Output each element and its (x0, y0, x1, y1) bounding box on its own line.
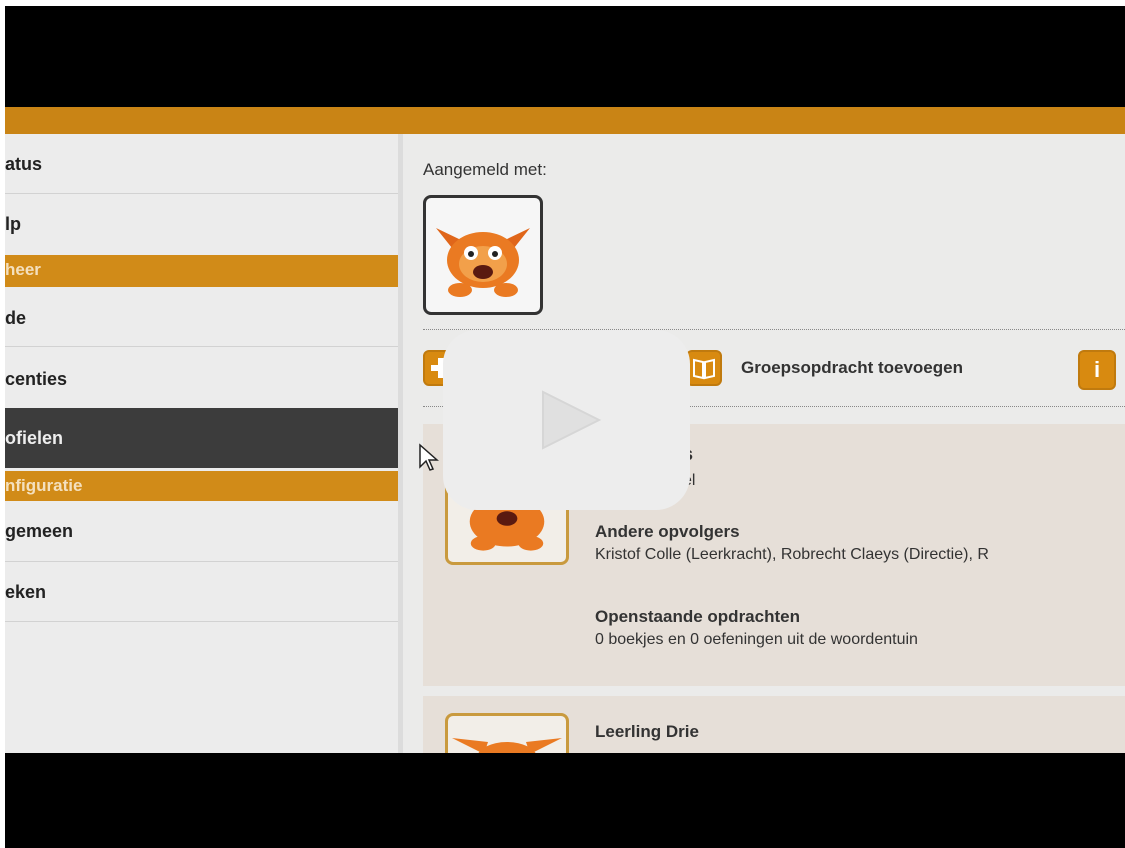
video-letterbox-bottom (5, 753, 1125, 848)
sidebar-item-licenties[interactable]: centies (5, 369, 398, 399)
sidebar: atus lp heer de centies ofielen nfigurat… (5, 134, 398, 753)
sidebar-item-label: centies (5, 369, 68, 389)
monster-avatar-icon (436, 228, 530, 297)
student-card: Leerling Drie (423, 696, 1125, 753)
header-strip (5, 107, 1125, 134)
sidebar-item-profielen[interactable]: ofielen (5, 408, 398, 468)
logged-in-label: Aangemeld met: (423, 160, 547, 179)
video-letterbox-top (5, 6, 1125, 107)
book-icon[interactable] (686, 350, 722, 386)
open-tasks-text: 0 boekjes en 0 oefeningen uit de woorden… (595, 631, 918, 648)
followers-heading: Andere opvolgers (595, 522, 740, 541)
followers-text: Kristof Colle (Leerkracht), Robrecht Cla… (595, 546, 989, 563)
sidebar-item-label: gemeen (5, 521, 74, 541)
current-user-avatar[interactable] (423, 195, 543, 315)
play-icon (542, 390, 602, 450)
sidebar-item-status[interactable]: atus (5, 154, 398, 184)
monster-avatar-icon (452, 738, 562, 753)
sidebar-item-label: ofielen (5, 428, 64, 448)
sidebar-item-boeken[interactable]: eken (5, 582, 398, 612)
open-tasks-heading: Openstaande opdrachten (595, 607, 800, 626)
sidebar-item-label: de (5, 308, 27, 328)
video-play-button[interactable] (443, 330, 690, 510)
info-icon[interactable]: i (1078, 350, 1116, 390)
sidebar-item-code[interactable]: de (5, 308, 398, 338)
add-group-task-link[interactable]: Groepsopdracht toevoegen (741, 358, 963, 378)
sidebar-section-label: heer (5, 260, 41, 279)
divider (5, 193, 398, 194)
sidebar-item-label: eken (5, 582, 47, 602)
student-name: Leerling Drie (595, 722, 699, 741)
sidebar-item-help[interactable]: lp (5, 214, 398, 244)
sidebar-item-algemeen[interactable]: gemeen (5, 521, 398, 551)
sidebar-section-configuratie: nfiguratie (5, 471, 398, 501)
sidebar-section-beheer: heer (5, 255, 398, 287)
student-avatar[interactable] (445, 713, 569, 753)
divider (5, 346, 398, 347)
sidebar-item-label: lp (5, 214, 21, 234)
divider (5, 621, 398, 622)
sidebar-item-label: atus (5, 154, 43, 174)
divider (5, 561, 398, 562)
sidebar-section-label: nfiguratie (5, 476, 83, 495)
mouse-cursor-icon (419, 443, 439, 471)
